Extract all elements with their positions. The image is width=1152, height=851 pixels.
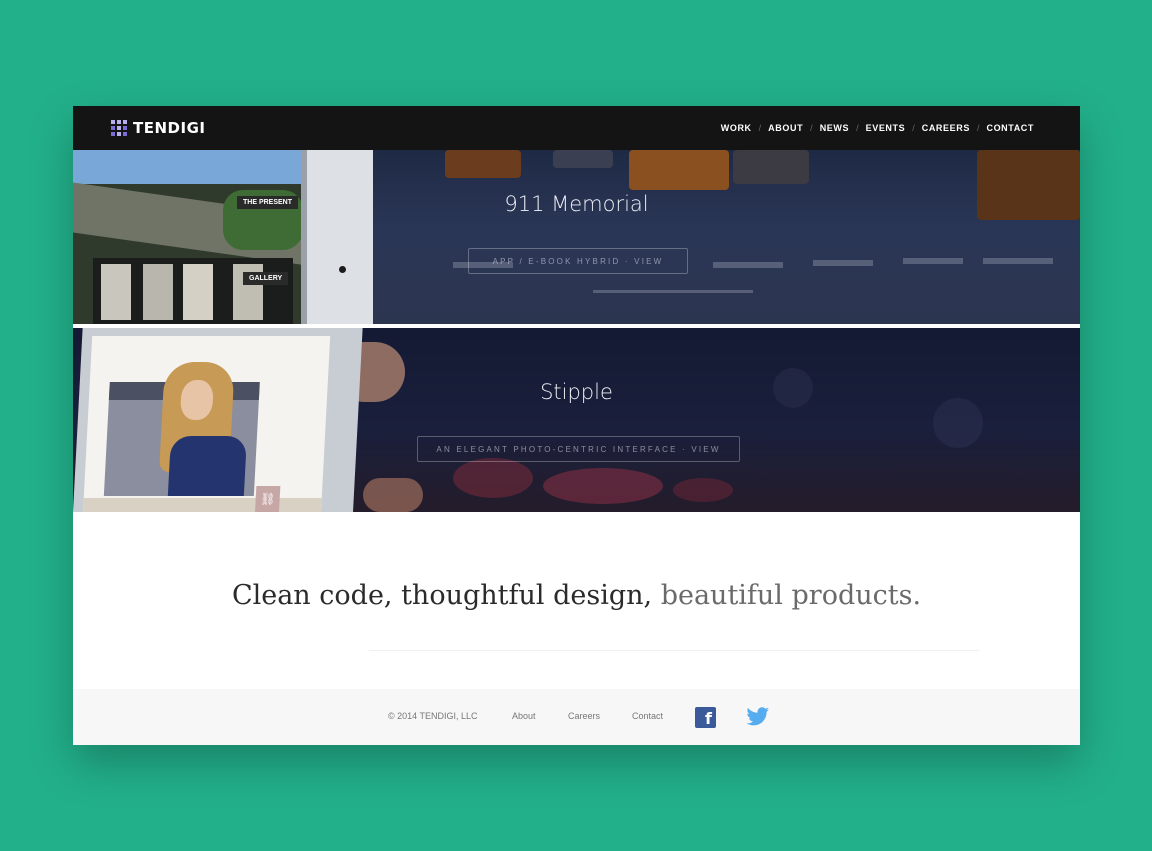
hand-image: [363, 478, 423, 512]
nav-item-careers[interactable]: CAREERS: [922, 123, 970, 133]
footer: © 2014 TENDIGI, LLC About Careers Contac…: [73, 689, 1080, 745]
twitter-icon[interactable]: [746, 706, 770, 728]
taxi-image: [629, 150, 729, 190]
logo[interactable]: TENDIGI: [111, 118, 205, 138]
nav-item-contact[interactable]: CONTACT: [986, 123, 1034, 133]
facebook-icon[interactable]: f: [695, 707, 716, 728]
view-project-button[interactable]: APP / E-BOOK HYBRID · VIEW: [468, 248, 688, 274]
tagline: Clean code, thoughtful design, beautiful…: [73, 580, 1080, 611]
project-title: 911 Memorial: [504, 192, 649, 216]
tablet-mockup-image: ⛓: [73, 328, 363, 512]
main-nav: WORK / ABOUT / NEWS / EVENTS / CAREERS /…: [721, 123, 1034, 133]
footer-link-careers[interactable]: Careers: [568, 711, 600, 721]
tendigi-logo-icon: [111, 120, 127, 136]
project-banner-stipple[interactable]: ⛓ Stipple AN ELEGANT PHOTO-CENTRIC INTER…: [73, 328, 1080, 512]
nav-separator: /: [912, 123, 915, 133]
browser-page: TENDIGI WORK / ABOUT / NEWS / EVENTS / C…: [73, 106, 1080, 745]
nav-separator: /: [976, 123, 980, 133]
nav-item-about[interactable]: ABOUT: [768, 123, 803, 133]
car-image: [553, 150, 613, 168]
footer-link-contact[interactable]: Contact: [632, 711, 663, 721]
divider: [369, 650, 979, 651]
top-navigation-bar: TENDIGI WORK / ABOUT / NEWS / EVENTS / C…: [73, 106, 1080, 150]
tagline-part: Clean code, thoughtful design,: [231, 580, 653, 611]
link-icon: ⛓: [255, 486, 281, 512]
nav-item-events[interactable]: EVENTS: [866, 123, 906, 133]
copyright: © 2014 TENDIGI, LLC: [388, 711, 478, 721]
project-banner-911-memorial[interactable]: THE PRESENT GALLERY 911 Memorial APP / E…: [73, 150, 1080, 324]
tablet-mockup-image: THE PRESENT GALLERY: [73, 150, 373, 324]
nav-separator: /: [856, 123, 859, 133]
view-project-button[interactable]: AN ELEGANT PHOTO-CENTRIC INTERFACE · VIE…: [417, 436, 740, 462]
brand-name: TENDIGI: [133, 119, 206, 137]
nav-separator: /: [810, 123, 813, 133]
car-image: [733, 150, 809, 184]
nav-item-work[interactable]: WORK: [721, 123, 752, 133]
nav-separator: /: [758, 123, 762, 133]
taxi-image: [445, 150, 521, 178]
tablet-label: GALLERY: [243, 272, 289, 285]
tagline-part: beautiful products.: [652, 580, 922, 611]
footer-link-about[interactable]: About: [512, 711, 536, 721]
nav-item-news[interactable]: NEWS: [820, 123, 849, 133]
project-title: Stipple: [540, 380, 613, 404]
